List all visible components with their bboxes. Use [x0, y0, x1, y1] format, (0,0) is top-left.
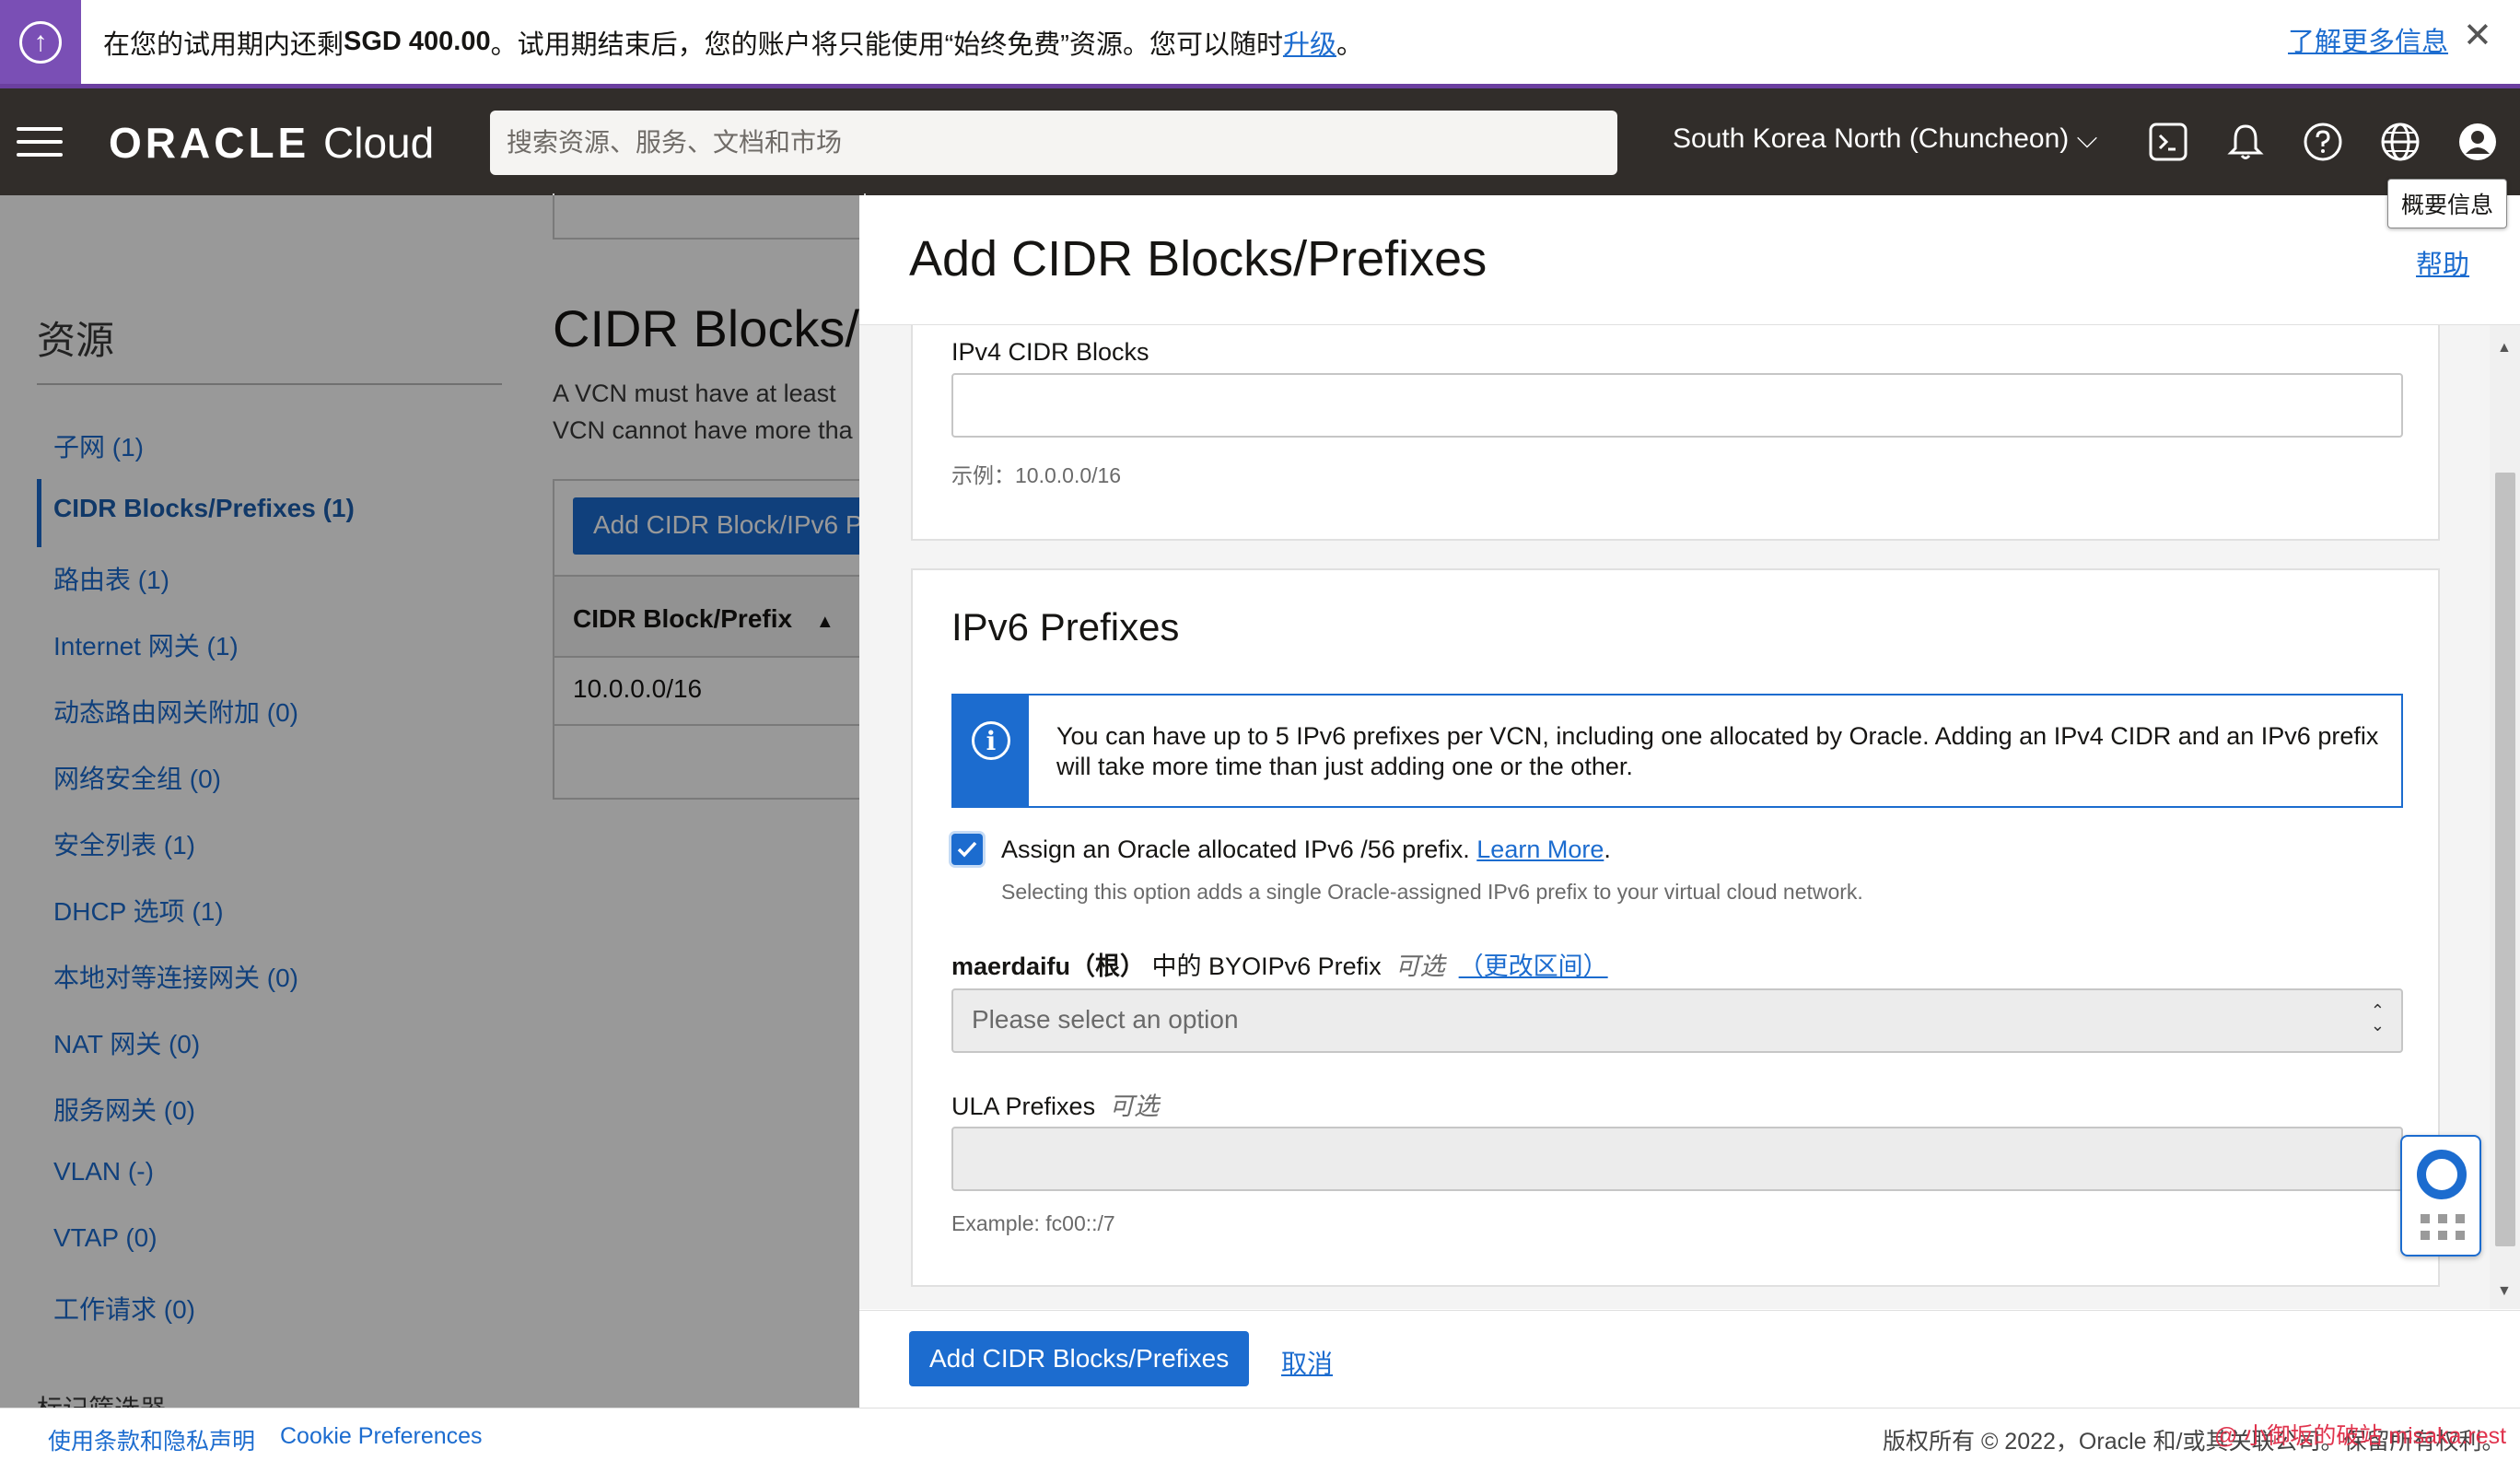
ula-label-text: ULA Prefixes [951, 1093, 1096, 1120]
info-strip: i [953, 695, 1029, 806]
ipv6-card: IPv6 Prefixes i You can have up to 5 IPv… [911, 568, 2440, 1287]
upgrade-link[interactable]: 升级 [1283, 23, 1336, 62]
learn-more-ipv6-link[interactable]: Learn More [1476, 836, 1604, 863]
panel-scroll-area[interactable]: IPv4 CIDR Blocks 示例：10.0.0.0/16 IPv6 Pre… [859, 325, 2490, 1309]
scroll-down-icon[interactable]: ▼ [2497, 1283, 2512, 1300]
add-cidr-blocks-submit-button[interactable]: Add CIDR Blocks/Prefixes [909, 1331, 1250, 1386]
terms-link[interactable]: 使用条款和隐私声明 [48, 1423, 255, 1456]
top-navigation-bar: ORACLE Cloud South Korea North (Chuncheo… [0, 88, 2520, 195]
trial-amount: SGD 400.00 [344, 27, 491, 56]
close-icon[interactable]: ✕ [2463, 18, 2492, 53]
modal-overlay[interactable] [0, 195, 859, 1408]
banner-text-3: 。 [1336, 29, 1363, 60]
region-label: South Korea North (Chuncheon) [1673, 123, 2070, 154]
change-compartment-link[interactable]: （更改区间） [1459, 953, 1608, 980]
panel-footer: Add CIDR Blocks/Prefixes 取消 [859, 1310, 2520, 1408]
oracle-cloud-logo[interactable]: ORACLE Cloud [109, 118, 434, 168]
optional-tag: 可选 [1109, 1093, 1160, 1120]
help-widget[interactable] [2400, 1135, 2481, 1256]
checkbox-label-end: . [1604, 836, 1611, 863]
arrow-up-circle-icon: ↑ [19, 20, 62, 64]
lifebuoy-icon [2417, 1150, 2467, 1199]
select-arrows-icon: ⌃ ⌄ [2370, 1001, 2385, 1034]
ipv4-label: IPv4 CIDR Blocks [951, 338, 1149, 366]
cookie-preferences-link[interactable]: Cookie Preferences [280, 1423, 483, 1450]
ipv6-info-alert: i You can have up to 5 IPv6 prefixes per… [951, 694, 2403, 808]
ipv4-hint: 示例：10.0.0.0/16 [951, 463, 1122, 487]
ula-prefixes-input[interactable] [951, 1127, 2403, 1191]
oracle-ipv6-checkbox[interactable] [951, 834, 983, 865]
ula-hint: Example: fc00::/7 [951, 1211, 1115, 1235]
bell-icon[interactable] [2222, 118, 2269, 166]
profile-icon[interactable] [2454, 118, 2502, 166]
scroll-up-icon[interactable]: ▲ [2497, 340, 2512, 356]
grid-dots-icon [2421, 1214, 2465, 1240]
ula-label: ULA Prefixes 可选 [951, 1086, 1159, 1122]
oracle-ipv6-checkbox-label[interactable]: Assign an Oracle allocated IPv6 /56 pref… [1001, 836, 1611, 864]
hamburger-menu-icon[interactable] [17, 127, 63, 157]
cancel-link[interactable]: 取消 [1281, 1344, 1333, 1381]
info-icon: i [972, 721, 1010, 760]
search-input[interactable] [490, 111, 1617, 175]
checkmark-icon [957, 841, 977, 858]
optional-tag: 可选 [1394, 953, 1445, 980]
watermark-text: @ 小御坂的破站 misaka.rest [2214, 1423, 2507, 1449]
profile-tooltip: 概要信息 [2387, 179, 2508, 228]
scrollbar-thumb[interactable] [2495, 473, 2515, 1246]
chevron-down-icon: ⌵ [2076, 123, 2098, 154]
banner-text-2: 。试用期结束后，您的账户将只能使用“始终免费”资源。您可以随时 [490, 29, 1283, 60]
compartment-name: maerdaifu（根） [951, 953, 1146, 980]
byoip-label-text: 中的 BYOIPv6 Prefix [1145, 953, 1382, 980]
byoipv6-prefix-select[interactable]: Please select an option ⌃ ⌄ [951, 988, 2403, 1053]
region-selector[interactable]: South Korea North (Chuncheon) ⌵ [1673, 123, 2097, 155]
cloud-shell-icon[interactable] [2144, 118, 2192, 166]
help-icon[interactable] [2299, 118, 2347, 166]
learn-more-link[interactable]: 了解更多信息 [2288, 20, 2448, 59]
add-cidr-panel: Add CIDR Blocks/Prefixes 帮助 IPv4 CIDR Bl… [859, 195, 2520, 1408]
ipv6-section-title: IPv6 Prefixes [951, 605, 1180, 649]
checkbox-hint: Selecting this option adds a single Orac… [1001, 880, 1863, 904]
byoip-label: maerdaifu（根） 中的 BYOIPv6 Prefix 可选 （更改区间） [951, 946, 1608, 982]
page-footer: 使用条款和隐私声明 Cookie Preferences 版权所有 © 2022… [0, 1408, 2520, 1461]
trial-banner: ↑ 在您的试用期内还剩 SGD 400.00 。试用期结束后，您的账户将只能使用“… [0, 0, 2520, 88]
select-placeholder: Please select an option [972, 1005, 1239, 1034]
banner-icon-strip: ↑ [0, 0, 81, 84]
panel-title: Add CIDR Blocks/Prefixes [909, 231, 1488, 286]
globe-icon[interactable] [2376, 118, 2424, 166]
banner-message: 在您的试用期内还剩 SGD 400.00 。试用期结束后，您的账户将只能使用“始终… [103, 0, 1363, 84]
info-text: You can have up to 5 IPv6 prefixes per V… [1056, 722, 2379, 780]
help-link[interactable]: 帮助 [2416, 243, 2469, 282]
ipv4-cidr-input[interactable] [951, 373, 2403, 438]
ipv4-card: IPv4 CIDR Blocks 示例：10.0.0.0/16 [911, 325, 2440, 541]
banner-text: 在您的试用期内还剩 [103, 29, 344, 60]
checkbox-label-text: Assign an Oracle allocated IPv6 /56 pref… [1001, 836, 1477, 863]
panel-scrollbar[interactable]: ▲ ▼ [2490, 325, 2520, 1309]
